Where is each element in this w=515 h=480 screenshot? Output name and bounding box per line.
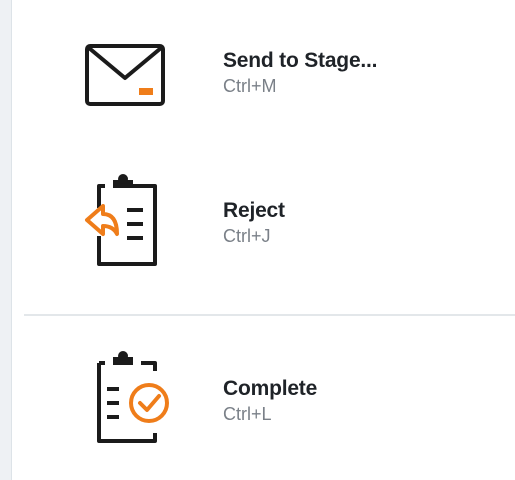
menu-item-label: Complete	[223, 377, 318, 400]
envelope-icon	[85, 44, 165, 106]
context-menu: Send to Stage... Ctrl+M Reject Ctrl+J Co…	[0, 0, 515, 480]
menu-left-rail	[0, 0, 12, 480]
menu-item-send-to-stage[interactable]: Send to Stage... Ctrl+M	[24, 22, 515, 127]
menu-item-complete[interactable]: Complete Ctrl+L	[24, 344, 515, 456]
menu-divider	[24, 314, 515, 316]
menu-item-label: Send to Stage...	[223, 49, 378, 72]
clipboard-complete-icon	[97, 351, 169, 443]
menu-item-shortcut: Ctrl+L	[223, 404, 272, 424]
clipboard-reject-icon	[85, 174, 157, 266]
menu-item-reject[interactable]: Reject Ctrl+J	[24, 166, 515, 276]
menu-item-shortcut: Ctrl+J	[223, 226, 271, 246]
menu-item-shortcut: Ctrl+M	[223, 76, 277, 96]
menu-item-label: Reject	[223, 199, 285, 222]
